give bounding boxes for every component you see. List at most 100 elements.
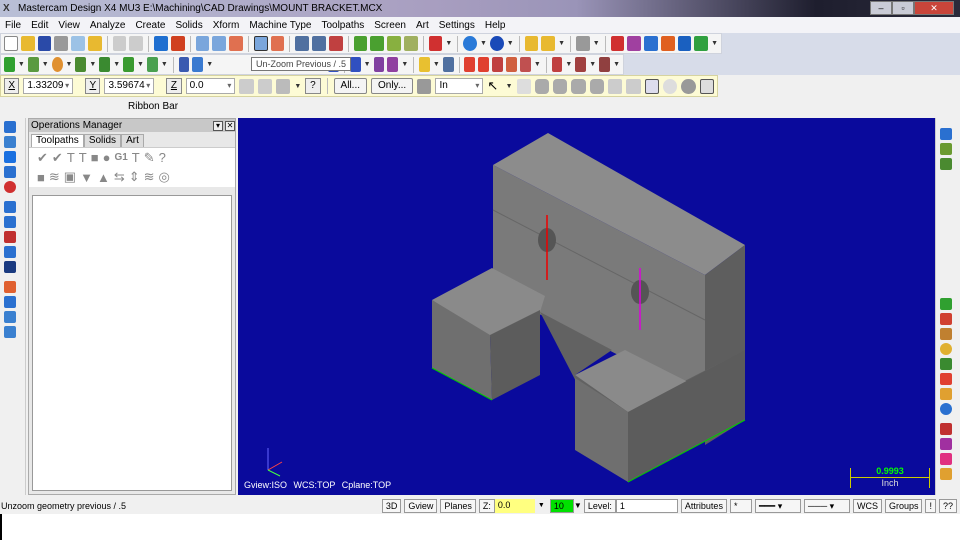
cube-view-icon[interactable]: [940, 143, 952, 155]
top-view-icon[interactable]: [370, 36, 385, 51]
z-coordinate-input[interactable]: 0.0: [185, 78, 236, 94]
pencils-icon[interactable]: [541, 36, 556, 51]
close-button[interactable]: ✕: [914, 1, 954, 15]
wireframe-sphere-icon[interactable]: [463, 36, 477, 51]
shading-icon[interactable]: [428, 36, 443, 51]
insert-arrow-icon[interactable]: ⇆: [114, 169, 125, 185]
tab-toolpaths[interactable]: Toolpaths: [31, 134, 84, 147]
analyze-entity-icon[interactable]: [610, 36, 625, 51]
toolpath-display-icon[interactable]: ≋: [144, 169, 155, 185]
select-all-button[interactable]: All...: [333, 78, 367, 94]
shaded-sphere-icon[interactable]: [489, 36, 504, 51]
verify-ops-icon[interactable]: ●: [103, 150, 111, 165]
contour-icon[interactable]: [4, 201, 16, 213]
polygon-select-icon[interactable]: [553, 78, 568, 94]
wrap-icon[interactable]: [506, 57, 517, 72]
level-label[interactable]: Level:: [583, 498, 616, 513]
zoom-out-icon[interactable]: [229, 36, 243, 51]
verify-icon[interactable]: [4, 296, 16, 308]
x-coordinate-input[interactable]: 1.33209: [23, 78, 74, 94]
vector-select-icon[interactable]: [571, 78, 586, 94]
chain-icon[interactable]: [516, 78, 531, 94]
y-coordinate-input[interactable]: 3.59674: [104, 78, 155, 94]
move-down-icon[interactable]: ▼: [80, 170, 93, 185]
point-icon[interactable]: [4, 57, 15, 72]
gview-button[interactable]: Gview: [404, 498, 438, 513]
machine-icon[interactable]: [551, 57, 563, 72]
line-tool-icon[interactable]: [940, 328, 952, 340]
sphere-icon[interactable]: [4, 181, 16, 193]
menu-art[interactable]: Art: [411, 20, 434, 31]
panel-menu-button[interactable]: ▾: [213, 120, 223, 131]
menu-toolpaths[interactable]: Toolpaths: [316, 20, 369, 31]
regenerate-icon[interactable]: T: [67, 150, 75, 165]
front-view-icon[interactable]: [387, 36, 401, 51]
exclamation-button[interactable]: !: [925, 498, 936, 513]
stretch-icon[interactable]: [519, 57, 531, 72]
menu-create[interactable]: Create: [130, 20, 170, 31]
repaint-icon[interactable]: [295, 36, 310, 51]
drill-icon[interactable]: [4, 231, 16, 243]
fast-point-icon[interactable]: [239, 78, 254, 94]
clear-selection-icon[interactable]: [663, 78, 678, 94]
side-view-icon[interactable]: [403, 36, 418, 51]
selection-mode-select[interactable]: In: [435, 78, 484, 94]
menu-edit[interactable]: Edit: [26, 20, 53, 31]
circle-tool-icon[interactable]: [940, 343, 952, 355]
add-icon[interactable]: [940, 298, 952, 310]
minimize-button[interactable]: –: [870, 1, 892, 15]
backplot-icon[interactable]: ■: [91, 150, 99, 165]
arch-icon[interactable]: [492, 57, 504, 72]
help-button[interactable]: ?: [305, 78, 321, 94]
cube-iso-icon[interactable]: [940, 158, 952, 170]
pattern-icon[interactable]: [373, 57, 385, 72]
menu-settings[interactable]: Settings: [434, 20, 480, 31]
translate-icon[interactable]: [349, 57, 361, 72]
pocket-icon[interactable]: [4, 216, 16, 228]
distance-icon[interactable]: [627, 36, 642, 51]
save-icon[interactable]: [37, 36, 52, 51]
z-depth-input[interactable]: 0.0: [494, 498, 535, 513]
menu-file[interactable]: File: [0, 20, 26, 31]
settings-icon[interactable]: [4, 326, 16, 338]
diamond-icon[interactable]: [940, 388, 952, 400]
grid-icon[interactable]: [464, 57, 476, 72]
open-file-icon[interactable]: [20, 36, 35, 51]
tab-solids[interactable]: Solids: [83, 134, 122, 147]
planes-button[interactable]: Planes: [440, 498, 476, 513]
autocursor-icon[interactable]: [276, 78, 291, 94]
pan-view-icon[interactable]: [940, 128, 952, 140]
verify-selection-icon[interactable]: [417, 78, 432, 94]
lock-icon[interactable]: ■: [37, 170, 45, 185]
wcs-button[interactable]: WCS: [852, 498, 882, 513]
menu-view[interactable]: View: [53, 20, 85, 31]
post-icon[interactable]: [4, 311, 16, 323]
menu-machine-type[interactable]: Machine Type: [244, 20, 316, 31]
menu-help[interactable]: Help: [480, 20, 511, 31]
select-only-button[interactable]: Only...: [371, 78, 414, 94]
face-icon[interactable]: [4, 246, 16, 258]
print-icon[interactable]: [54, 36, 69, 51]
single-display-icon[interactable]: ◎: [159, 169, 170, 185]
solid-icon[interactable]: [146, 57, 158, 72]
layers-icon[interactable]: [940, 453, 952, 465]
menu-analyze[interactable]: Analyze: [85, 20, 131, 31]
rotate-icon[interactable]: [387, 57, 399, 72]
select-all-ops-icon[interactable]: ✔: [37, 150, 48, 166]
toolpath-up-icon[interactable]: [4, 121, 16, 133]
point-style-select[interactable]: *: [729, 498, 752, 513]
solid-select-icon[interactable]: [608, 78, 623, 94]
menu-solids[interactable]: Solids: [170, 20, 207, 31]
new-file-icon[interactable]: [4, 36, 18, 51]
lines-icon[interactable]: [478, 57, 490, 72]
circle-icon[interactable]: [51, 57, 63, 72]
window-select-icon[interactable]: [534, 78, 550, 94]
color-selector[interactable]: 10: [549, 498, 574, 513]
curve-icon[interactable]: [940, 313, 952, 325]
simulate-icon[interactable]: [4, 281, 16, 293]
light-icon[interactable]: [418, 57, 430, 72]
unzoom-icon[interactable]: [270, 36, 285, 51]
maximize-button[interactable]: ▫: [892, 1, 914, 15]
clear-icon[interactable]: [328, 36, 343, 51]
highfeed-icon[interactable]: T: [132, 150, 140, 165]
